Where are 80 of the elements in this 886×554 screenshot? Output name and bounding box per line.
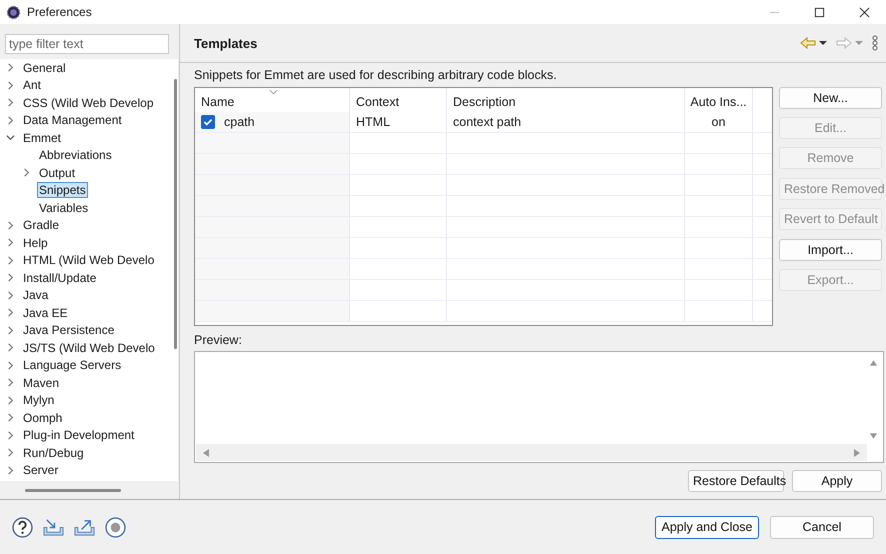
preview-label: Preview: <box>194 333 243 349</box>
chevron-right-icon[interactable] <box>6 360 15 370</box>
chevron-right-icon[interactable] <box>6 466 15 475</box>
checkbox[interactable] <box>201 115 215 129</box>
side-button[interactable]: New... <box>779 87 882 109</box>
tree-item[interactable]: Server <box>21 462 60 478</box>
chevron-right-icon[interactable] <box>6 116 15 125</box>
tree-item[interactable]: Install/Update <box>21 270 98 286</box>
scroll-left-icon[interactable] <box>202 448 210 458</box>
dialog-button[interactable]: Apply and Close <box>655 516 759 538</box>
column-header[interactable]: Description <box>447 88 685 112</box>
chevron-right-icon[interactable] <box>6 326 15 335</box>
tree-item[interactable]: Oomph <box>21 410 64 426</box>
chevron-right-icon[interactable] <box>6 448 15 458</box>
tree-item[interactable]: Java Persistence <box>21 322 116 338</box>
tree-item[interactable]: Abbreviations <box>37 147 114 164</box>
chevron-right-icon[interactable] <box>6 378 15 388</box>
tree-item[interactable]: Ant <box>21 77 44 94</box>
tree-item[interactable]: Run/Debug <box>21 444 86 461</box>
more-options-icon[interactable] <box>872 35 878 51</box>
table-cell: HTML <box>350 112 447 132</box>
table-cell: on <box>685 112 753 132</box>
chevron-right-icon[interactable] <box>6 273 15 282</box>
scroll-right-icon[interactable] <box>853 448 861 458</box>
window-title: Preferences <box>27 5 92 19</box>
page-button[interactable]: Restore Defaults <box>688 470 784 492</box>
chevron-right-icon[interactable] <box>6 413 15 422</box>
chevron-right-icon[interactable] <box>22 168 31 178</box>
tree-item[interactable]: JS/TS (Wild Web Develo <box>21 340 157 356</box>
close-icon[interactable] <box>859 6 870 18</box>
tree-item[interactable]: Maven <box>21 374 62 391</box>
side-button[interactable]: Import... <box>779 239 882 261</box>
column-header[interactable]: Auto Ins... <box>685 88 753 112</box>
filter-field[interactable]: type filter text <box>5 34 169 54</box>
chevron-right-icon[interactable] <box>6 308 15 318</box>
scroll-up-icon[interactable] <box>869 359 878 367</box>
tree-item[interactable]: General <box>21 60 68 76</box>
scrollbar-thumb[interactable] <box>25 488 121 492</box>
tree-item[interactable]: Help <box>21 234 50 251</box>
gear-icon <box>6 4 21 20</box>
chevron-right-icon[interactable] <box>6 63 15 72</box>
tree-item[interactable]: Mylyn <box>21 392 56 408</box>
tree-item[interactable]: Java EE <box>21 304 70 321</box>
tree-item[interactable]: Variables <box>37 200 90 216</box>
dropdown-caret-icon[interactable] <box>819 39 827 47</box>
tree-item[interactable]: Language Servers <box>21 357 124 374</box>
chevron-right-icon[interactable] <box>6 98 15 108</box>
chevron-right-icon[interactable] <box>6 220 15 230</box>
tree-item[interactable]: HTML (Wild Web Develo <box>21 252 156 268</box>
description-text: Snippets for Emmet are used for describing arbitrary code blocks. <box>194 68 558 84</box>
sort-caret-icon <box>269 89 278 95</box>
chevron-right-icon[interactable] <box>6 430 15 440</box>
scroll-down-icon[interactable] <box>869 432 878 440</box>
maximize-icon[interactable] <box>814 6 825 18</box>
column-header[interactable]: Context <box>350 88 447 112</box>
scrollbar-thumb[interactable] <box>174 79 177 349</box>
preview-area[interactable] <box>194 351 884 463</box>
chevron-right-icon[interactable] <box>6 238 15 248</box>
chevron-right-icon[interactable] <box>6 343 15 352</box>
chevron-right-icon[interactable] <box>6 256 15 265</box>
record-icon[interactable] <box>105 516 126 538</box>
chevron-right-icon[interactable] <box>6 290 15 300</box>
chevron-right-icon[interactable] <box>6 80 15 90</box>
tree-item[interactable]: Emmet <box>21 130 64 146</box>
dialog-button[interactable]: Cancel <box>770 516 874 538</box>
page-button[interactable]: Apply <box>792 470 882 492</box>
tree-item[interactable]: Output <box>37 164 78 181</box>
tree-item[interactable]: Gradle <box>21 217 62 234</box>
tree-item[interactable]: Snippets <box>37 182 88 198</box>
tree-item[interactable]: Java <box>21 287 50 304</box>
tree-item[interactable]: Data Management <box>21 112 124 128</box>
table-cell: context path <box>447 112 685 132</box>
tree-item[interactable]: CSS (Wild Web Develop <box>21 94 156 111</box>
page-title: Templates <box>194 36 258 50</box>
table-cell: cpath <box>224 115 255 129</box>
tree-item[interactable]: Plug-in Development <box>21 427 136 444</box>
import-icon[interactable] <box>43 516 64 538</box>
chevron-right-icon[interactable] <box>6 396 15 405</box>
help-icon[interactable] <box>12 516 33 538</box>
chevron-down-icon[interactable] <box>6 133 15 142</box>
